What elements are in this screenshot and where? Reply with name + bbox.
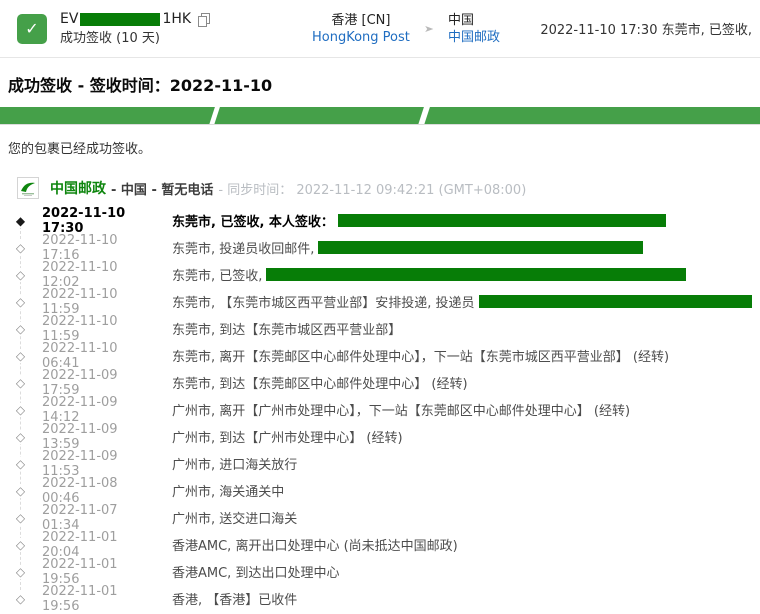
origin-country: 香港 [CN] <box>312 12 410 29</box>
destination-carrier-link[interactable]: 中国邮政 <box>448 30 500 45</box>
timeline-event-row: ◇ 2022-11-09 11:53 广州市, 进口海关放行 <box>0 450 752 477</box>
carrier-row: 中国邮政 - 中国 - 暂无电话 - 同步时间： 2022-11-12 09:4… <box>17 177 752 199</box>
origin-carrier-link[interactable]: HongKong Post <box>312 30 410 45</box>
event-marker-hollow-diamond-icon: ◇ <box>13 376 28 390</box>
event-description: 广州市, 送交进口海关 <box>172 508 297 527</box>
destination-column: 中国 中国邮政 <box>448 12 500 46</box>
china-post-logo-icon <box>17 177 39 199</box>
event-marker-hollow-diamond-icon: ◇ <box>13 295 28 309</box>
event-marker-hollow-diamond-icon: ◇ <box>13 457 28 471</box>
delivery-progress-bar <box>0 107 760 125</box>
timeline-event-row: ◇ 2022-11-10 11:59 东莞市, 到达【东莞市城区西平营业部】 <box>0 315 752 342</box>
event-marker-hollow-diamond-icon: ◇ <box>13 241 28 255</box>
tracking-number-redaction <box>80 13 160 26</box>
timeline-event-row: ◇ 2022-11-10 06:41 东莞市, 离开【东莞邮区中心邮件处理中心】，下… <box>0 342 752 369</box>
event-time: 2022-11-09 17:59 <box>42 368 155 398</box>
timeline-event-row: ◇ 2022-11-10 12:02 东莞市, 已签收, <box>0 261 752 288</box>
carrier-name-link[interactable]: 中国邮政 <box>50 178 106 198</box>
event-marker-hollow-diamond-icon: ◇ <box>13 565 28 579</box>
event-marker-hollow-diamond-icon: ◇ <box>13 349 28 363</box>
event-description: 东莞市, 离开【东莞邮区中心邮件处理中心】，下一站【东莞市城区西平营业部】 (经… <box>172 346 669 365</box>
destination-country: 中国 <box>448 12 500 29</box>
event-description: 香港AMC, 离开出口处理中心 (尚未抵达中国邮政) <box>172 535 458 554</box>
event-time: 2022-11-07 01:34 <box>42 503 155 533</box>
timeline-event-row: ◇ 2022-11-09 17:59 东莞市, 到达【东莞邮区中心邮件处理中心】 (… <box>0 369 752 396</box>
progress-segment-3 <box>424 107 760 125</box>
origin-column: 香港 [CN] HongKong Post <box>312 12 410 46</box>
event-description: 东莞市, 到达【东莞邮区中心邮件处理中心】 (经转) <box>172 373 468 392</box>
status-message: 您的包裹已经成功签收。 <box>8 138 752 157</box>
event-time: 2022-11-10 12:02 <box>42 260 155 290</box>
event-marker-hollow-diamond-icon: ◇ <box>13 538 28 552</box>
event-description: 广州市, 到达【广州市处理中心】 (经转) <box>172 427 403 446</box>
latest-event-summary: 2022-11-10 17:30 东莞市, 已签收, <box>540 19 752 38</box>
event-time: 2022-11-09 13:59 <box>42 422 155 452</box>
timeline-event-row: ◇ 2022-11-01 19:56 香港, 【香港】已收件 <box>0 585 752 612</box>
event-description: 香港AMC, 到达出口处理中心 <box>172 562 339 581</box>
event-redaction-bar <box>266 268 686 281</box>
event-marker-hollow-diamond-icon: ◇ <box>13 511 28 525</box>
event-time: 2022-11-01 19:56 <box>42 557 155 587</box>
carrier-meta: - 中国 - 暂无电话 <box>111 179 213 198</box>
event-marker-hollow-diamond-icon: ◇ <box>13 322 28 336</box>
route-arrow-icon: ➤ <box>424 23 434 34</box>
page-title: 成功签收 - 签收时间：2022-11-10 <box>8 72 752 96</box>
event-time: 2022-11-10 06:41 <box>42 341 155 371</box>
event-marker-hollow-diamond-icon: ◇ <box>13 484 28 498</box>
event-description: 东莞市, 已签收, <box>172 265 262 284</box>
event-description: 广州市, 进口海关放行 <box>172 454 297 473</box>
event-description: 广州市, 离开【广州市处理中心】，下一站【东莞邮区中心邮件处理中心】 (经转) <box>172 400 630 419</box>
timeline-event-row: ◇ 2022-11-10 17:16 东莞市, 投递员收回邮件, <box>0 234 752 261</box>
event-marker-hollow-diamond-icon: ◇ <box>13 430 28 444</box>
progress-segment-2 <box>214 107 424 125</box>
tracking-number-suffix: 1HK <box>162 11 191 28</box>
shipment-summary: ✓ EV 1HK 成功签收 (10 天) 香港 [CN] HongKong Po… <box>0 0 760 58</box>
tracking-info: EV 1HK 成功签收 (10 天) <box>60 11 312 47</box>
event-time: 2022-11-01 19:56 <box>42 584 155 614</box>
event-description: 东莞市, 【东莞市城区西平营业部】安排投递, 投递员 <box>172 292 475 311</box>
event-time: 2022-11-01 20:04 <box>42 530 155 560</box>
event-marker-hollow-diamond-icon: ◇ <box>13 403 28 417</box>
timeline-event-row: ◇ 2022-11-01 19:56 香港AMC, 到达出口处理中心 <box>0 558 752 585</box>
event-redaction-bar <box>479 295 752 308</box>
carrier-sync-time: - 同步时间： 2022-11-12 09:42:21 (GMT+08:00) <box>218 179 526 198</box>
copy-icon[interactable] <box>198 13 208 25</box>
tracking-number-prefix: EV <box>60 11 78 28</box>
event-marker-hollow-diamond-icon: ◇ <box>13 268 28 282</box>
event-time: 2022-11-09 14:12 <box>42 395 155 425</box>
delivered-check-icon: ✓ <box>17 14 47 44</box>
event-description: 东莞市, 到达【东莞市城区西平营业部】 <box>172 319 401 338</box>
timeline-event-row: ◆ 2022-11-10 17:30 东莞市, 已签收, 本人签收： <box>0 207 752 234</box>
event-time: 2022-11-10 17:30 <box>42 206 155 236</box>
event-time: 2022-11-08 00:46 <box>42 476 155 506</box>
progress-segment-1 <box>0 107 215 125</box>
event-time: 2022-11-10 11:59 <box>42 287 155 317</box>
event-redaction-bar <box>318 241 643 254</box>
timeline-event-row: ◇ 2022-11-07 01:34 广州市, 送交进口海关 <box>0 504 752 531</box>
timeline-event-row: ◇ 2022-11-10 11:59 东莞市, 【东莞市城区西平营业部】安排投递, … <box>0 288 752 315</box>
route-summary: 香港 [CN] HongKong Post ➤ 中国 中国邮政 <box>312 12 500 46</box>
delivery-status-line: 成功签收 (10 天) <box>60 30 312 47</box>
event-marker-filled-diamond-icon: ◆ <box>13 214 28 228</box>
tracking-number: EV 1HK <box>60 11 312 28</box>
timeline-event-row: ◇ 2022-11-01 20:04 香港AMC, 离开出口处理中心 (尚未抵达中国… <box>0 531 752 558</box>
event-time: 2022-11-09 11:53 <box>42 449 155 479</box>
event-description: 广州市, 海关通关中 <box>172 481 284 500</box>
event-description: 香港, 【香港】已收件 <box>172 589 297 608</box>
event-time: 2022-11-10 11:59 <box>42 314 155 344</box>
event-marker-hollow-diamond-icon: ◇ <box>13 592 28 606</box>
timeline-event-row: ◇ 2022-11-09 13:59 广州市, 到达【广州市处理中心】 (经转) <box>0 423 752 450</box>
event-description: 东莞市, 投递员收回邮件, <box>172 238 314 257</box>
timeline-event-row: ◇ 2022-11-09 14:12 广州市, 离开【广州市处理中心】，下一站【东莞… <box>0 396 752 423</box>
event-redaction-bar <box>338 214 666 227</box>
timeline-event-row: ◇ 2022-11-08 00:46 广州市, 海关通关中 <box>0 477 752 504</box>
event-time: 2022-11-10 17:16 <box>42 233 155 263</box>
tracking-timeline: ◆ 2022-11-10 17:30 东莞市, 已签收, 本人签收： ◇ 2022-11… <box>0 207 760 612</box>
event-description: 东莞市, 已签收, 本人签收： <box>172 211 334 230</box>
